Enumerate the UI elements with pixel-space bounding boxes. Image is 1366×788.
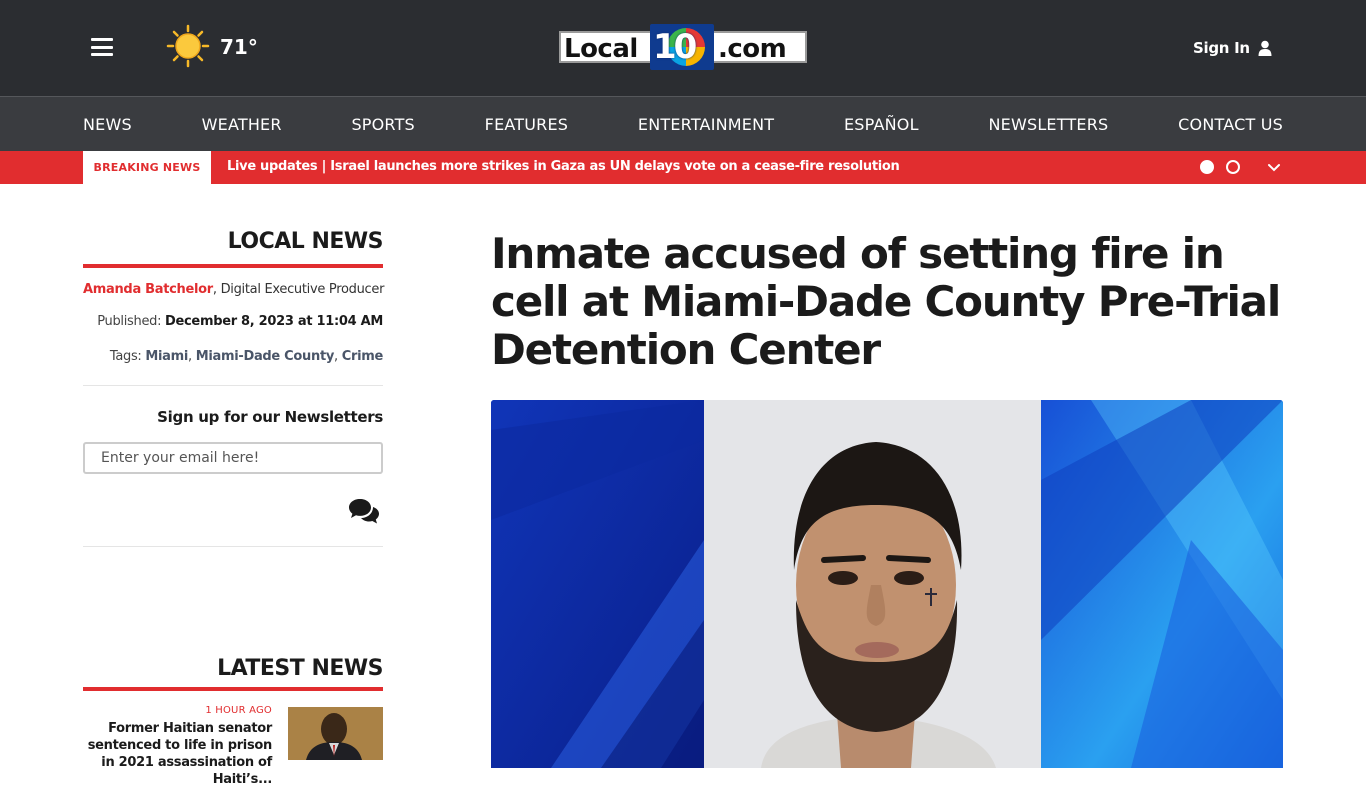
logo-number: 10 <box>653 27 697 67</box>
nav-item-espanol[interactable]: ESPAÑOL <box>844 115 919 134</box>
breaking-news-bar: BREAKING NEWS Live updates | Israel laun… <box>0 151 1366 184</box>
section-rule <box>83 687 383 691</box>
site-logo[interactable]: Local 10 .com <box>559 24 807 70</box>
logo-text-local: Local <box>564 34 638 64</box>
nav-item-newsletters[interactable]: NEWSLETTERS <box>988 115 1108 134</box>
carousel-dot[interactable] <box>1226 160 1240 174</box>
nav-item-contact-us[interactable]: CONTACT US <box>1178 115 1283 134</box>
comments-icon[interactable] <box>348 498 380 524</box>
sign-in-label: Sign In <box>1193 39 1250 57</box>
sun-icon <box>166 24 210 68</box>
temperature[interactable]: 71° <box>220 35 258 59</box>
logo-text-com: .com <box>718 34 787 64</box>
breaking-news-tag: BREAKING NEWS <box>83 151 211 184</box>
newsletter-email-input[interactable] <box>83 442 383 474</box>
nav-item-sports[interactable]: SPORTS <box>351 115 414 134</box>
newsletter-title: Sign up for our Newsletters <box>157 408 383 426</box>
latest-item-time: 1 HOUR AGO <box>205 705 272 716</box>
section-rule <box>83 264 383 268</box>
latest-item-thumbnail[interactable] <box>288 707 383 760</box>
tag-link-crime[interactable]: Crime <box>342 349 384 364</box>
byline: Amanda Batchelor, Digital Executive Prod… <box>83 282 385 297</box>
article-headline: Inmate accused of setting fire in cell a… <box>491 229 1281 374</box>
nav-item-entertainment[interactable]: ENTERTAINMENT <box>638 115 774 134</box>
tags-label: Tags: <box>109 349 146 364</box>
section-title-latest-news[interactable]: LATEST NEWS <box>83 656 383 681</box>
author-role: , Digital Executive Producer <box>212 282 385 297</box>
site-header: 71° Local 10 .com Sign In <box>0 0 1366 96</box>
main-nav: NEWS WEATHER SPORTS FEATURES ENTERTAINME… <box>0 96 1366 151</box>
hamburger-icon[interactable] <box>91 38 113 56</box>
published-label: Published: <box>97 314 166 329</box>
published-value: December 8, 2023 at 11:04 AM <box>165 314 383 329</box>
carousel-dot-active[interactable] <box>1200 160 1214 174</box>
section-title-local-news[interactable]: LOCAL NEWS <box>83 229 384 254</box>
author-link[interactable]: Amanda Batchelor <box>83 282 213 297</box>
nav-item-weather[interactable]: WEATHER <box>202 115 282 134</box>
tag-link-miami-dade-county[interactable]: Miami-Dade County <box>196 349 335 364</box>
breaking-news-headline[interactable]: Live updates | Israel launches more stri… <box>227 159 900 174</box>
tags-line: Tags: Miami, Miami-Dade County, Crime <box>109 349 384 364</box>
divider <box>83 385 383 386</box>
latest-item-title[interactable]: Former Haitian senator sentenced to life… <box>83 720 273 788</box>
nav-item-features[interactable]: FEATURES <box>485 115 568 134</box>
tag-link-miami[interactable]: Miami <box>145 349 188 364</box>
article-hero-image[interactable] <box>491 400 1283 768</box>
published-date: Published: December 8, 2023 at 11:04 AM <box>83 314 383 329</box>
divider <box>83 546 383 547</box>
chevron-down-icon[interactable] <box>1266 160 1282 174</box>
nav-item-news[interactable]: NEWS <box>83 115 132 134</box>
logo-10-badge: 10 <box>650 24 714 70</box>
user-icon <box>1258 40 1272 56</box>
sign-in-button[interactable]: Sign In <box>1193 38 1272 58</box>
